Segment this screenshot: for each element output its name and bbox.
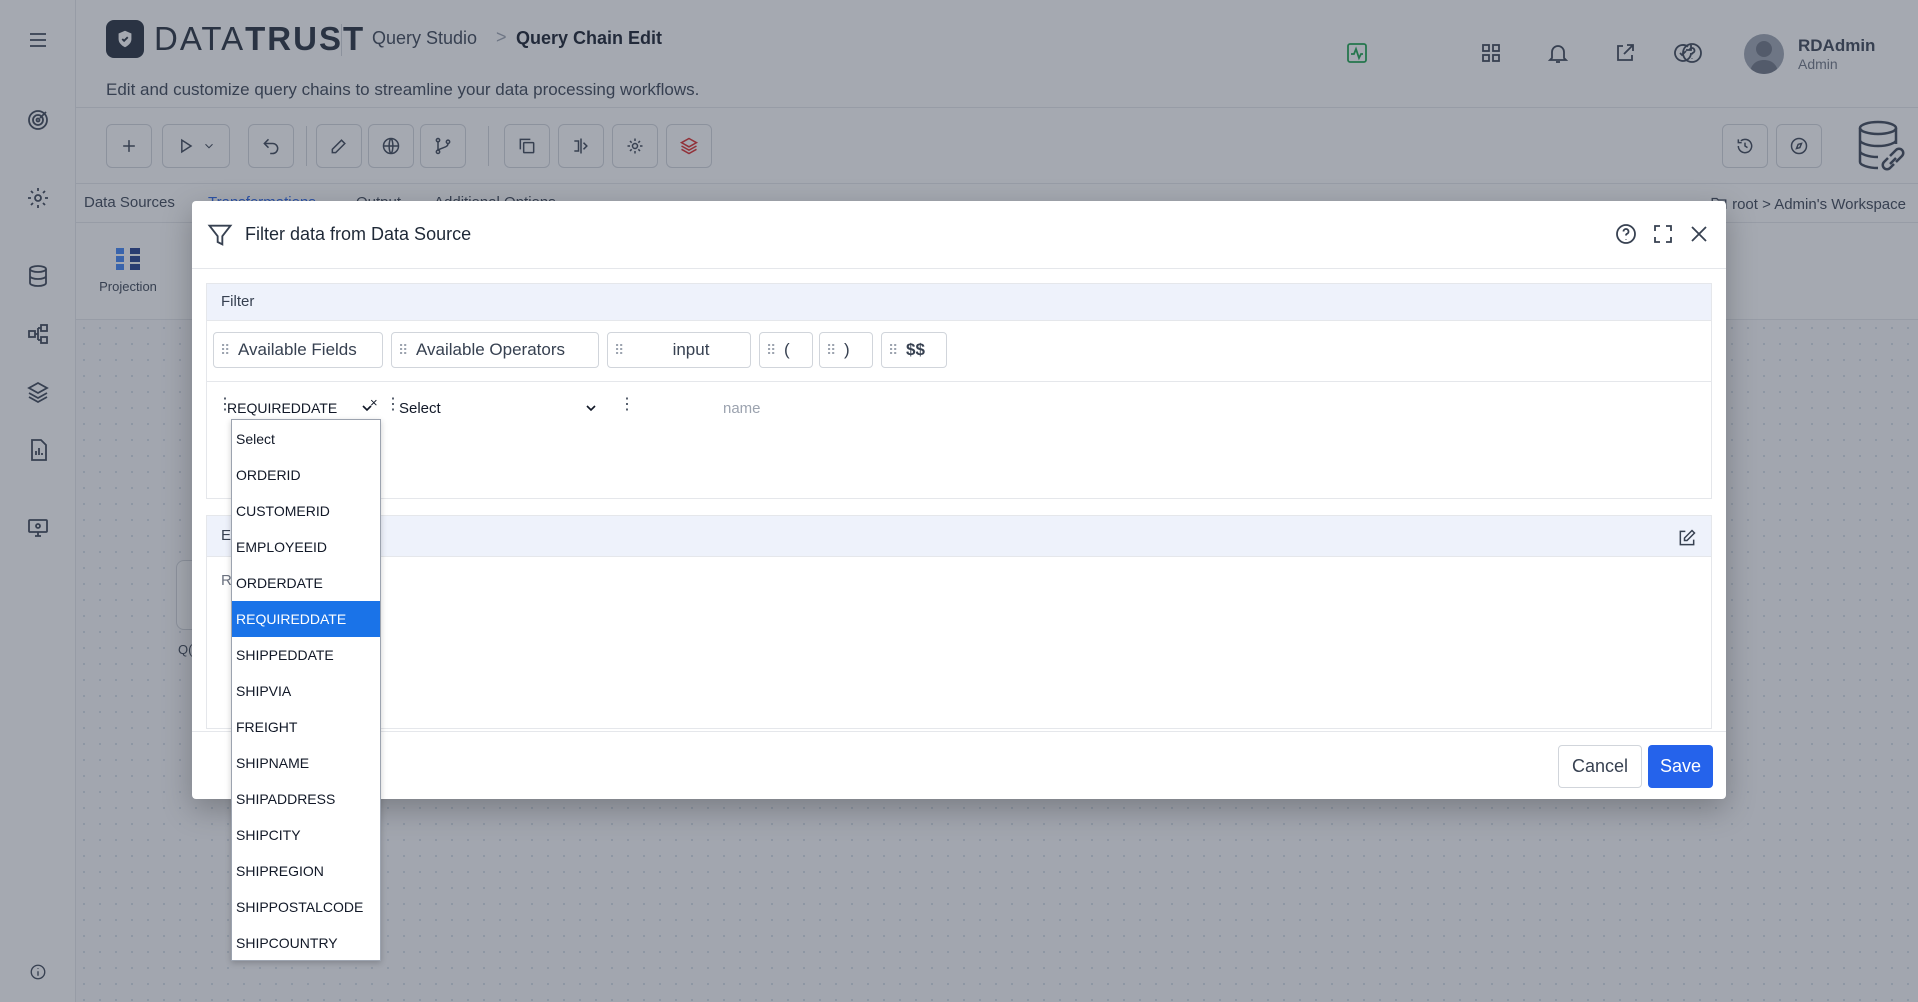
operator-menu-icon[interactable]: ⋮ [385, 397, 401, 413]
field-menu-icon[interactable]: ⋮ [217, 397, 233, 413]
close-icon[interactable] [1684, 219, 1714, 249]
chip-variable[interactable]: ⠿ $$ [881, 332, 947, 368]
dropdown-option[interactable]: SHIPCOUNTRY [232, 925, 380, 961]
chip-label: ) [844, 340, 850, 359]
field-clear-button[interactable]: × [370, 395, 378, 410]
dropdown-option[interactable]: REQUIREDDATE [232, 601, 380, 637]
chip-label: Available Operators [416, 340, 565, 359]
dropdown-option[interactable]: SHIPVIA [232, 673, 380, 709]
fullscreen-icon[interactable] [1648, 219, 1678, 249]
field-dropdown-list: Select ORDERID CUSTOMERID EMPLOYEEID ORDERDA… [231, 419, 381, 961]
chip-label: Available Fields [238, 340, 357, 359]
filter-dialog: Filter data from Data Source Filter ⠿ Av… [192, 201, 1726, 799]
chip-label: ( [784, 340, 790, 359]
save-button[interactable]: Save [1648, 745, 1713, 788]
dropdown-option[interactable]: SHIPADDRESS [232, 781, 380, 817]
drag-handle-icon: ⠿ [614, 342, 624, 358]
drag-handle-icon: ⠿ [766, 342, 776, 358]
dialog-title: Filter data from Data Source [245, 224, 472, 244]
chevron-down-icon [586, 405, 596, 412]
drag-handle-icon: ⠿ [398, 342, 408, 358]
dropdown-option[interactable]: ORDERDATE [232, 565, 380, 601]
chip-available-fields[interactable]: ⠿ Available Fields [213, 332, 383, 368]
filter-panel-header: Filter [207, 284, 1711, 321]
dropdown-option[interactable]: CUSTOMERID [232, 493, 380, 529]
filter-panel: Filter ⠿ Available Fields ⠿ Available Op… [206, 283, 1712, 499]
operator-select[interactable]: Select [399, 400, 599, 422]
cancel-button[interactable]: Cancel [1558, 745, 1642, 788]
chip-available-operators[interactable]: ⠿ Available Operators [391, 332, 599, 368]
dropdown-option[interactable]: SHIPCITY [232, 817, 380, 853]
dropdown-option[interactable]: EMPLOYEEID [232, 529, 380, 565]
drag-handle-icon: ⠿ [220, 342, 230, 358]
chip-input[interactable]: ⠿ input [607, 332, 751, 368]
drag-handle-icon: ⠿ [888, 342, 898, 358]
filter-condition-row: ⋮ REQUIREDDATE × ⋮ Select ⋮ name [207, 382, 1711, 442]
dropdown-option[interactable]: SHIPPEDDATE [232, 637, 380, 673]
dropdown-option[interactable]: SHIPREGION [232, 853, 380, 889]
chip-label: $$ [906, 340, 925, 359]
dropdown-option[interactable]: SHIPNAME [232, 745, 380, 781]
chip-open-paren[interactable]: ⠿ ( [759, 332, 813, 368]
dialog-footer: Cancel Save [192, 731, 1726, 799]
filter-chips-row: ⠿ Available Fields ⠿ Available Operators… [207, 321, 1711, 382]
chip-close-paren[interactable]: ⠿ ) [819, 332, 873, 368]
dropdown-option[interactable]: ORDERID [232, 457, 380, 493]
chip-label: input [672, 340, 710, 359]
dropdown-option[interactable]: FREIGHT [232, 709, 380, 745]
name-input[interactable]: name [723, 400, 761, 417]
filter-panel-title: Filter [221, 293, 255, 310]
filter-icon [207, 224, 233, 246]
value-menu-icon[interactable]: ⋮ [619, 397, 635, 413]
expression-panel: E R [206, 515, 1712, 729]
help-icon[interactable] [1611, 219, 1641, 249]
drag-handle-icon: ⠿ [826, 342, 836, 358]
edit-icon[interactable] [1677, 528, 1697, 548]
dropdown-option[interactable]: SHIPPOSTALCODE [232, 889, 380, 925]
expression-panel-header: E [207, 516, 1711, 557]
dialog-header: Filter data from Data Source [192, 201, 1726, 269]
expression-panel-title: E [221, 527, 232, 544]
dropdown-option[interactable]: Select [232, 421, 380, 457]
